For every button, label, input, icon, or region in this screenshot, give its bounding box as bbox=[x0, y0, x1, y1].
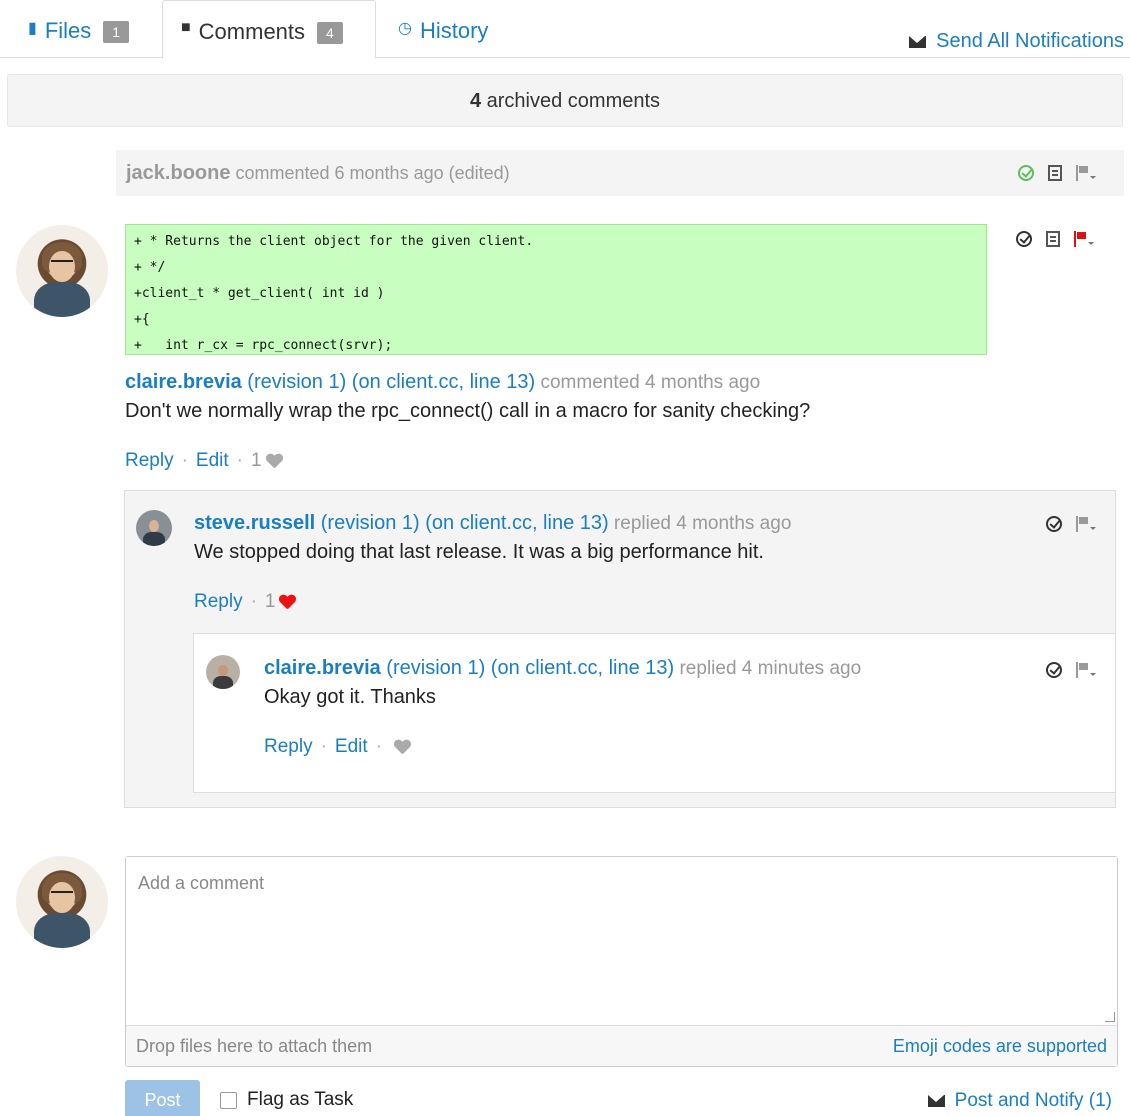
tab-history-label: History bbox=[419, 18, 489, 43]
avatar bbox=[16, 225, 108, 317]
tab-bar: ▮ Files 1 ■ Comments 4 ◷ History Send Al… bbox=[0, 0, 1130, 59]
code-line: + * Returns the client object for the gi… bbox=[134, 234, 534, 249]
reply-link[interactable]: Reply bbox=[264, 736, 313, 758]
avatar bbox=[206, 655, 240, 689]
code-line: + */ bbox=[134, 260, 166, 275]
comment-input[interactable] bbox=[126, 857, 1117, 1025]
reply-header: steve.russell (revision 1) (on client.cc… bbox=[194, 512, 791, 535]
edit-link[interactable]: Edit bbox=[335, 736, 368, 758]
reply-action-bar: Reply · 1 bbox=[194, 591, 295, 613]
heart-icon[interactable] bbox=[279, 595, 295, 609]
drop-files-label: Drop files here to attach them bbox=[136, 1036, 373, 1056]
task-icon[interactable] bbox=[1046, 231, 1060, 247]
reply-meta: replied 4 minutes ago bbox=[674, 658, 862, 679]
tab-comments[interactable]: ■ Comments 4 bbox=[162, 0, 376, 59]
reply-meta: replied 4 months ago bbox=[608, 513, 792, 534]
checkbox-box[interactable] bbox=[220, 1091, 237, 1109]
comment-action-bar: Reply · Edit · 1 bbox=[125, 450, 282, 472]
reply-header: claire.brevia (revision 1) (on client.cc… bbox=[264, 657, 861, 680]
archived-count: 4 bbox=[469, 90, 482, 112]
archived-label: archived comments bbox=[481, 90, 661, 112]
avatar bbox=[16, 856, 108, 948]
post-button[interactable]: Post bbox=[125, 1080, 200, 1116]
flag-icon[interactable] bbox=[1076, 516, 1096, 532]
tab-files[interactable]: ▮ Files 1 bbox=[28, 0, 130, 58]
resolve-check-icon[interactable] bbox=[1016, 231, 1032, 247]
resolve-check-icon[interactable] bbox=[1046, 662, 1062, 678]
envelope-icon bbox=[927, 1095, 945, 1107]
code-line: +client_t * get_client( int id ) bbox=[134, 286, 385, 301]
reply-link[interactable]: Reply bbox=[194, 591, 243, 613]
flag-icon[interactable] bbox=[1076, 165, 1096, 181]
tab-history[interactable]: ◷ History bbox=[398, 0, 488, 58]
resolve-check-icon[interactable] bbox=[1046, 516, 1062, 532]
comment-header: claire.brevia (revision 1) (on client.cc… bbox=[125, 371, 760, 394]
archived-comment-header: jack.boone commented 6 months ago (edite… bbox=[116, 150, 1124, 196]
comment-author[interactable]: jack.boone bbox=[126, 162, 230, 184]
attachment-dropzone[interactable]: Drop files here to attach them Emoji cod… bbox=[126, 1025, 1117, 1066]
heart-icon[interactable] bbox=[394, 740, 410, 754]
heart-icon[interactable] bbox=[266, 454, 282, 468]
tab-comments-count: 4 bbox=[317, 22, 343, 44]
reply-link[interactable]: Reply bbox=[125, 450, 174, 472]
tab-comments-label: Comments bbox=[198, 19, 306, 44]
reply-action-bar: Reply · Edit · bbox=[264, 736, 410, 758]
comment-composer: Drop files here to attach them Emoji cod… bbox=[125, 856, 1118, 1067]
flag-icon[interactable] bbox=[1074, 231, 1094, 247]
comment-meta: commented 6 months ago (edited) bbox=[230, 163, 510, 183]
avatar bbox=[136, 510, 172, 546]
comment-icon: ■ bbox=[181, 19, 191, 36]
reply-actions bbox=[1046, 516, 1096, 532]
envelope-icon bbox=[909, 35, 927, 48]
comment-actions bbox=[1016, 231, 1094, 247]
clock-icon: ◷ bbox=[398, 20, 412, 37]
reply-context-link[interactable]: (revision 1) (on client.cc, line 13) bbox=[381, 657, 674, 679]
emoji-codes-link[interactable]: Emoji codes are supported bbox=[893, 1026, 1107, 1066]
reply-body: We stopped doing that last release. It w… bbox=[194, 541, 764, 563]
reply-actions bbox=[1046, 662, 1096, 678]
like-count: 1 bbox=[264, 591, 276, 612]
tab-files-count: 1 bbox=[103, 21, 130, 43]
resolve-check-icon[interactable] bbox=[1018, 165, 1034, 181]
archived-comment-actions bbox=[1018, 165, 1096, 181]
comment-author[interactable]: claire.brevia bbox=[125, 371, 242, 393]
code-line: + int r_cx = rpc_connect(srvr); bbox=[134, 338, 393, 353]
like-count: 1 bbox=[250, 450, 262, 471]
code-line: +{ bbox=[134, 312, 150, 327]
task-icon[interactable] bbox=[1048, 165, 1062, 181]
comment-context-link[interactable]: (revision 1) (on client.cc, line 13) bbox=[242, 371, 535, 393]
tab-files-label: Files bbox=[44, 18, 92, 43]
flag-as-task-checkbox[interactable]: Flag as Task bbox=[220, 1089, 353, 1111]
comment-body: Don't we normally wrap the rpc_connect()… bbox=[125, 400, 811, 422]
comment-meta: commented 4 months ago bbox=[535, 372, 761, 393]
send-all-notifications-link[interactable]: Send All Notifications bbox=[909, 30, 1124, 53]
archived-comments-bar[interactable]: 4 archived comments bbox=[7, 74, 1123, 127]
reply-body: Okay got it. Thanks bbox=[264, 686, 436, 708]
post-and-notify-label: Post and Notify (1) bbox=[954, 1090, 1112, 1111]
post-and-notify-link[interactable]: Post and Notify (1) bbox=[927, 1090, 1112, 1112]
flag-icon[interactable] bbox=[1076, 662, 1096, 678]
edit-link[interactable]: Edit bbox=[196, 450, 229, 472]
code-diff-snippet: + * Returns the client object for the gi… bbox=[125, 224, 987, 355]
flag-as-task-label: Flag as Task bbox=[247, 1089, 354, 1110]
reply-author[interactable]: steve.russell bbox=[194, 512, 315, 534]
send-all-label: Send All Notifications bbox=[936, 30, 1124, 52]
reply-context-link[interactable]: (revision 1) (on client.cc, line 13) bbox=[315, 512, 609, 534]
resize-handle-icon[interactable] bbox=[1105, 1012, 1115, 1022]
file-icon: ▮ bbox=[28, 20, 37, 37]
reply-author[interactable]: claire.brevia bbox=[264, 657, 381, 679]
